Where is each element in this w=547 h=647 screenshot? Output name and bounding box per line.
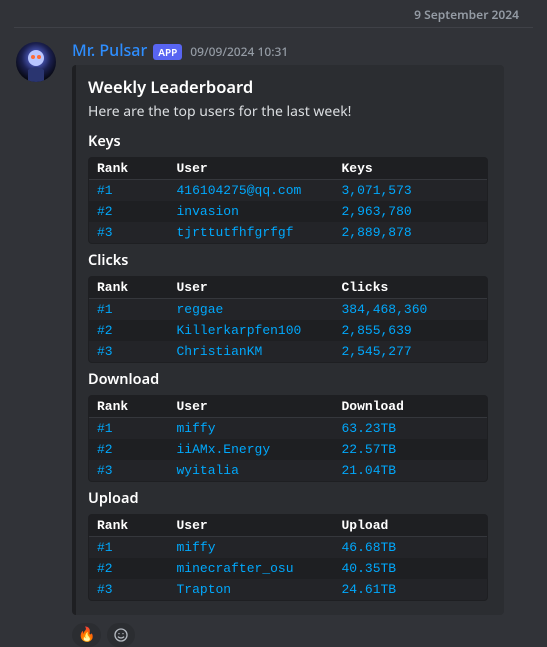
column-header: User — [169, 276, 334, 298]
message-body: Mr. Pulsar APP 09/09/2024 10:31 Weekly L… — [72, 40, 531, 647]
table-row: #3Trapton24.61TB — [89, 579, 488, 601]
rank-cell[interactable]: #2 — [89, 558, 169, 579]
column-header: Rank — [89, 157, 169, 179]
value-cell[interactable]: 63.23TB — [334, 417, 488, 439]
table-row: #3ChristianKM2,545,277 — [89, 341, 488, 363]
user-cell[interactable]: reggae — [169, 298, 334, 320]
user-cell[interactable]: invasion — [169, 201, 334, 222]
column-header: User — [169, 157, 334, 179]
rank-cell[interactable]: #2 — [89, 201, 169, 222]
value-cell[interactable]: 2,855,639 — [334, 320, 488, 341]
column-header: Clicks — [334, 276, 488, 298]
section-title: Keys — [88, 131, 488, 151]
section-title: Clicks — [88, 250, 488, 270]
table-row: #1416104275@qq.com3,071,573 — [89, 179, 488, 201]
value-cell[interactable]: 22.57TB — [334, 439, 488, 460]
rank-cell[interactable]: #2 — [89, 439, 169, 460]
value-cell[interactable]: 46.68TB — [334, 536, 488, 558]
table-row: #1reggae384,468,360 — [89, 298, 488, 320]
user-cell[interactable]: Trapton — [169, 579, 334, 601]
value-cell[interactable]: 21.04TB — [334, 460, 488, 482]
table-row: #3wyitalia21.04TB — [89, 460, 488, 482]
value-cell[interactable]: 2,545,277 — [334, 341, 488, 363]
column-header: Keys — [334, 157, 488, 179]
leaderboard-table: RankUserClicks#1reggae384,468,360#2Kille… — [88, 276, 488, 363]
leaderboard-table: RankUserDownload#1miffy63.23TB#2iiAMx.En… — [88, 395, 488, 482]
rank-cell[interactable]: #3 — [89, 579, 169, 601]
embed: Weekly Leaderboard Here are the top user… — [72, 65, 504, 615]
value-cell[interactable]: 2,889,878 — [334, 222, 488, 244]
column-header: Download — [334, 395, 488, 417]
date-divider: 9 September 2024 — [14, 0, 533, 28]
reaction-bar: 🔥 — [72, 623, 531, 647]
table-row: #1miffy63.23TB — [89, 417, 488, 439]
table-row: #1miffy46.68TB — [89, 536, 488, 558]
message-header: Mr. Pulsar APP 09/09/2024 10:31 — [72, 40, 531, 61]
user-cell[interactable]: ChristianKM — [169, 341, 334, 363]
timestamp: 09/09/2024 10:31 — [190, 44, 288, 60]
leaderboard-table: RankUserKeys#1416104275@qq.com3,071,573#… — [88, 157, 488, 244]
value-cell[interactable]: 2,963,780 — [334, 201, 488, 222]
table-row: #2Killerkarpfen1002,855,639 — [89, 320, 488, 341]
value-cell[interactable]: 3,071,573 — [334, 179, 488, 201]
avatar[interactable] — [16, 42, 56, 82]
rank-cell[interactable]: #1 — [89, 536, 169, 558]
add-reaction-button[interactable] — [107, 623, 135, 647]
table-row: #3tjrttutfhfgrfgf2,889,878 — [89, 222, 488, 244]
user-cell[interactable]: miffy — [169, 417, 334, 439]
value-cell[interactable]: 384,468,360 — [334, 298, 488, 320]
rank-cell[interactable]: #1 — [89, 179, 169, 201]
column-header: Rank — [89, 395, 169, 417]
column-header: Rank — [89, 276, 169, 298]
section-title: Upload — [88, 488, 488, 508]
rank-cell[interactable]: #3 — [89, 222, 169, 244]
user-cell[interactable]: 416104275@qq.com — [169, 179, 334, 201]
value-cell[interactable]: 40.35TB — [334, 558, 488, 579]
section-title: Download — [88, 369, 488, 389]
embed-description: Here are the top users for the last week… — [88, 104, 488, 121]
rank-cell[interactable]: #1 — [89, 298, 169, 320]
value-cell[interactable]: 24.61TB — [334, 579, 488, 601]
rank-cell[interactable]: #1 — [89, 417, 169, 439]
user-cell[interactable]: miffy — [169, 536, 334, 558]
column-header: Upload — [334, 514, 488, 536]
embed-title: Weekly Leaderboard — [88, 75, 488, 98]
rank-cell[interactable]: #2 — [89, 320, 169, 341]
table-row: #2iiAMx.Energy22.57TB — [89, 439, 488, 460]
table-row: #2minecrafter_osu40.35TB — [89, 558, 488, 579]
table-row: #2invasion2,963,780 — [89, 201, 488, 222]
user-cell[interactable]: Killerkarpfen100 — [169, 320, 334, 341]
rank-cell[interactable]: #3 — [89, 341, 169, 363]
rank-cell[interactable]: #3 — [89, 460, 169, 482]
column-header: User — [169, 395, 334, 417]
user-cell[interactable]: tjrttutfhfgrfgf — [169, 222, 334, 244]
leaderboard-table: RankUserUpload#1miffy46.68TB#2minecrafte… — [88, 514, 488, 601]
user-cell[interactable]: wyitalia — [169, 460, 334, 482]
user-cell[interactable]: iiAMx.Energy — [169, 439, 334, 460]
username[interactable]: Mr. Pulsar — [72, 40, 147, 61]
user-cell[interactable]: minecrafter_osu — [169, 558, 334, 579]
column-header: Rank — [89, 514, 169, 536]
reaction[interactable]: 🔥 — [72, 623, 101, 647]
message: Mr. Pulsar APP 09/09/2024 10:31 Weekly L… — [0, 38, 547, 647]
app-tag: APP — [153, 44, 182, 60]
column-header: User — [169, 514, 334, 536]
